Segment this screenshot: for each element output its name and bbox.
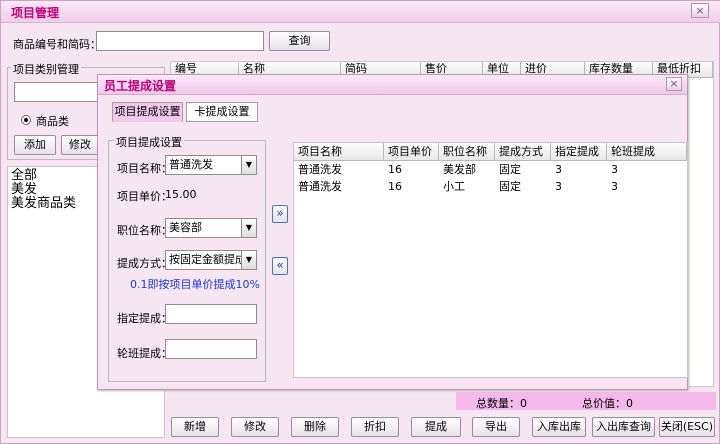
search-input[interactable] [96,31,264,51]
total-quantity: 总数量：0 [476,397,527,410]
cell-designated: 3 [555,180,562,193]
edit-category-button[interactable]: 修改 [61,135,99,155]
new-button[interactable]: 新增 [171,417,219,437]
category-input[interactable] [14,82,104,102]
method-select[interactable]: 按固定金额提成 ▼ [165,250,257,270]
close-esc-button[interactable]: 关闭(ESC) [659,417,715,437]
cell-method: 固定 [499,163,521,176]
product-category-radio[interactable] [21,115,31,125]
total-value: 总价值：0 [582,397,633,410]
tree-item-hair-products[interactable]: 美发商品类 [11,197,76,210]
cell-designated: 3 [555,163,562,176]
tab-card-commission[interactable]: 卡提成设置 [186,102,258,122]
rotation-input[interactable] [165,339,257,359]
window-title: 项目管理 [11,6,60,20]
stock-in-out-button[interactable]: 入库出库 [532,417,586,437]
delete-button[interactable]: 删除 [291,417,339,437]
cell-item-name: 普通洗发 [298,180,342,193]
cell-rotation: 3 [611,163,618,176]
radio-selected-dot [24,118,28,122]
col-header-rotation[interactable]: 轮班提成 [607,143,687,161]
edit-button[interactable]: 修改 [231,417,279,437]
commission-table[interactable]: 项目名称 项目单价 职位名称 提成方式 指定提成 轮班提成 普通洗发 16 美发… [293,142,688,378]
move-left-button[interactable]: « [272,257,288,275]
col-header-position[interactable]: 职位名称 [439,143,495,161]
item-name-value: 普通洗发 [169,158,213,171]
position-label: 职位名称： [117,224,172,237]
cell-item-price: 16 [388,180,402,193]
table-row[interactable]: 普通洗发 16 小工 固定 3 3 [294,179,687,195]
designated-label: 指定提成： [117,312,172,325]
position-select[interactable]: 美容部 ▼ [165,218,257,238]
commission-hint: 0.1即按项目单价提成10% [130,278,260,291]
col-header-item-price[interactable]: 项目单价 [384,143,439,161]
item-commission-group-title: 项目提成设置 [114,134,184,150]
dialog-titlebar: 员工提成设置 × [98,75,687,95]
col-header-item-name[interactable]: 项目名称 [294,143,384,161]
discount-button[interactable]: 折扣 [351,417,399,437]
position-value: 美容部 [169,221,202,234]
tree-item-hair[interactable]: 美发 [11,183,37,196]
dialog-close-button[interactable]: × [666,77,682,91]
chevron-down-icon[interactable]: ▼ [241,219,256,237]
chevron-down-icon[interactable]: ▼ [241,156,256,174]
item-name-label: 项目名称： [117,162,172,175]
dialog-title: 员工提成设置 [104,79,177,93]
cell-position: 美发部 [443,163,476,176]
item-name-select[interactable]: 普通洗发 ▼ [165,155,257,175]
search-label: 商品编号和简码： [13,38,101,51]
window-close-button[interactable]: × [691,3,709,18]
tree-item-all[interactable]: 全部 [11,169,37,182]
export-button[interactable]: 导出 [472,417,520,437]
staff-commission-dialog: 员工提成设置 × 项目提成设置 卡提成设置 项目提成设置 项目名称： 普通洗发 … [97,74,688,390]
unit-price-label: 项目单价： [117,190,172,203]
method-value: 按固定金额提成 [169,253,246,266]
rotation-label: 轮班提成： [117,347,172,360]
window-titlebar: 项目管理 × [1,1,720,23]
product-category-label: 商品类 [36,115,69,128]
summary-bar: 总数量：0 总价值：0 [456,392,716,410]
cell-position: 小工 [443,180,465,193]
table-row[interactable]: 普通洗发 16 美发部 固定 3 3 [294,162,687,178]
commission-button[interactable]: 提成 [411,417,461,437]
move-right-button[interactable]: » [272,205,288,223]
cell-method: 固定 [499,180,521,193]
col-header-designated[interactable]: 指定提成 [551,143,607,161]
add-category-button[interactable]: 添加 [14,135,56,155]
designated-input[interactable] [165,304,257,324]
cell-item-price: 16 [388,163,402,176]
tab-item-commission[interactable]: 项目提成设置 [112,102,183,122]
stock-query-button[interactable]: 入出库查询 [592,417,655,437]
cell-item-name: 普通洗发 [298,163,342,176]
category-group-title: 项目类别管理 [11,61,81,77]
method-label: 提成方式： [117,257,172,270]
chevron-down-icon[interactable]: ▼ [241,251,256,269]
search-button[interactable]: 查询 [269,31,330,51]
unit-price-value: 15.00 [165,188,197,201]
project-management-window: 项目管理 × 商品编号和简码： 查询 项目类别管理 商品类 添加 修改 全部 美… [0,0,720,444]
cell-rotation: 3 [611,180,618,193]
col-header-method[interactable]: 提成方式 [495,143,551,161]
